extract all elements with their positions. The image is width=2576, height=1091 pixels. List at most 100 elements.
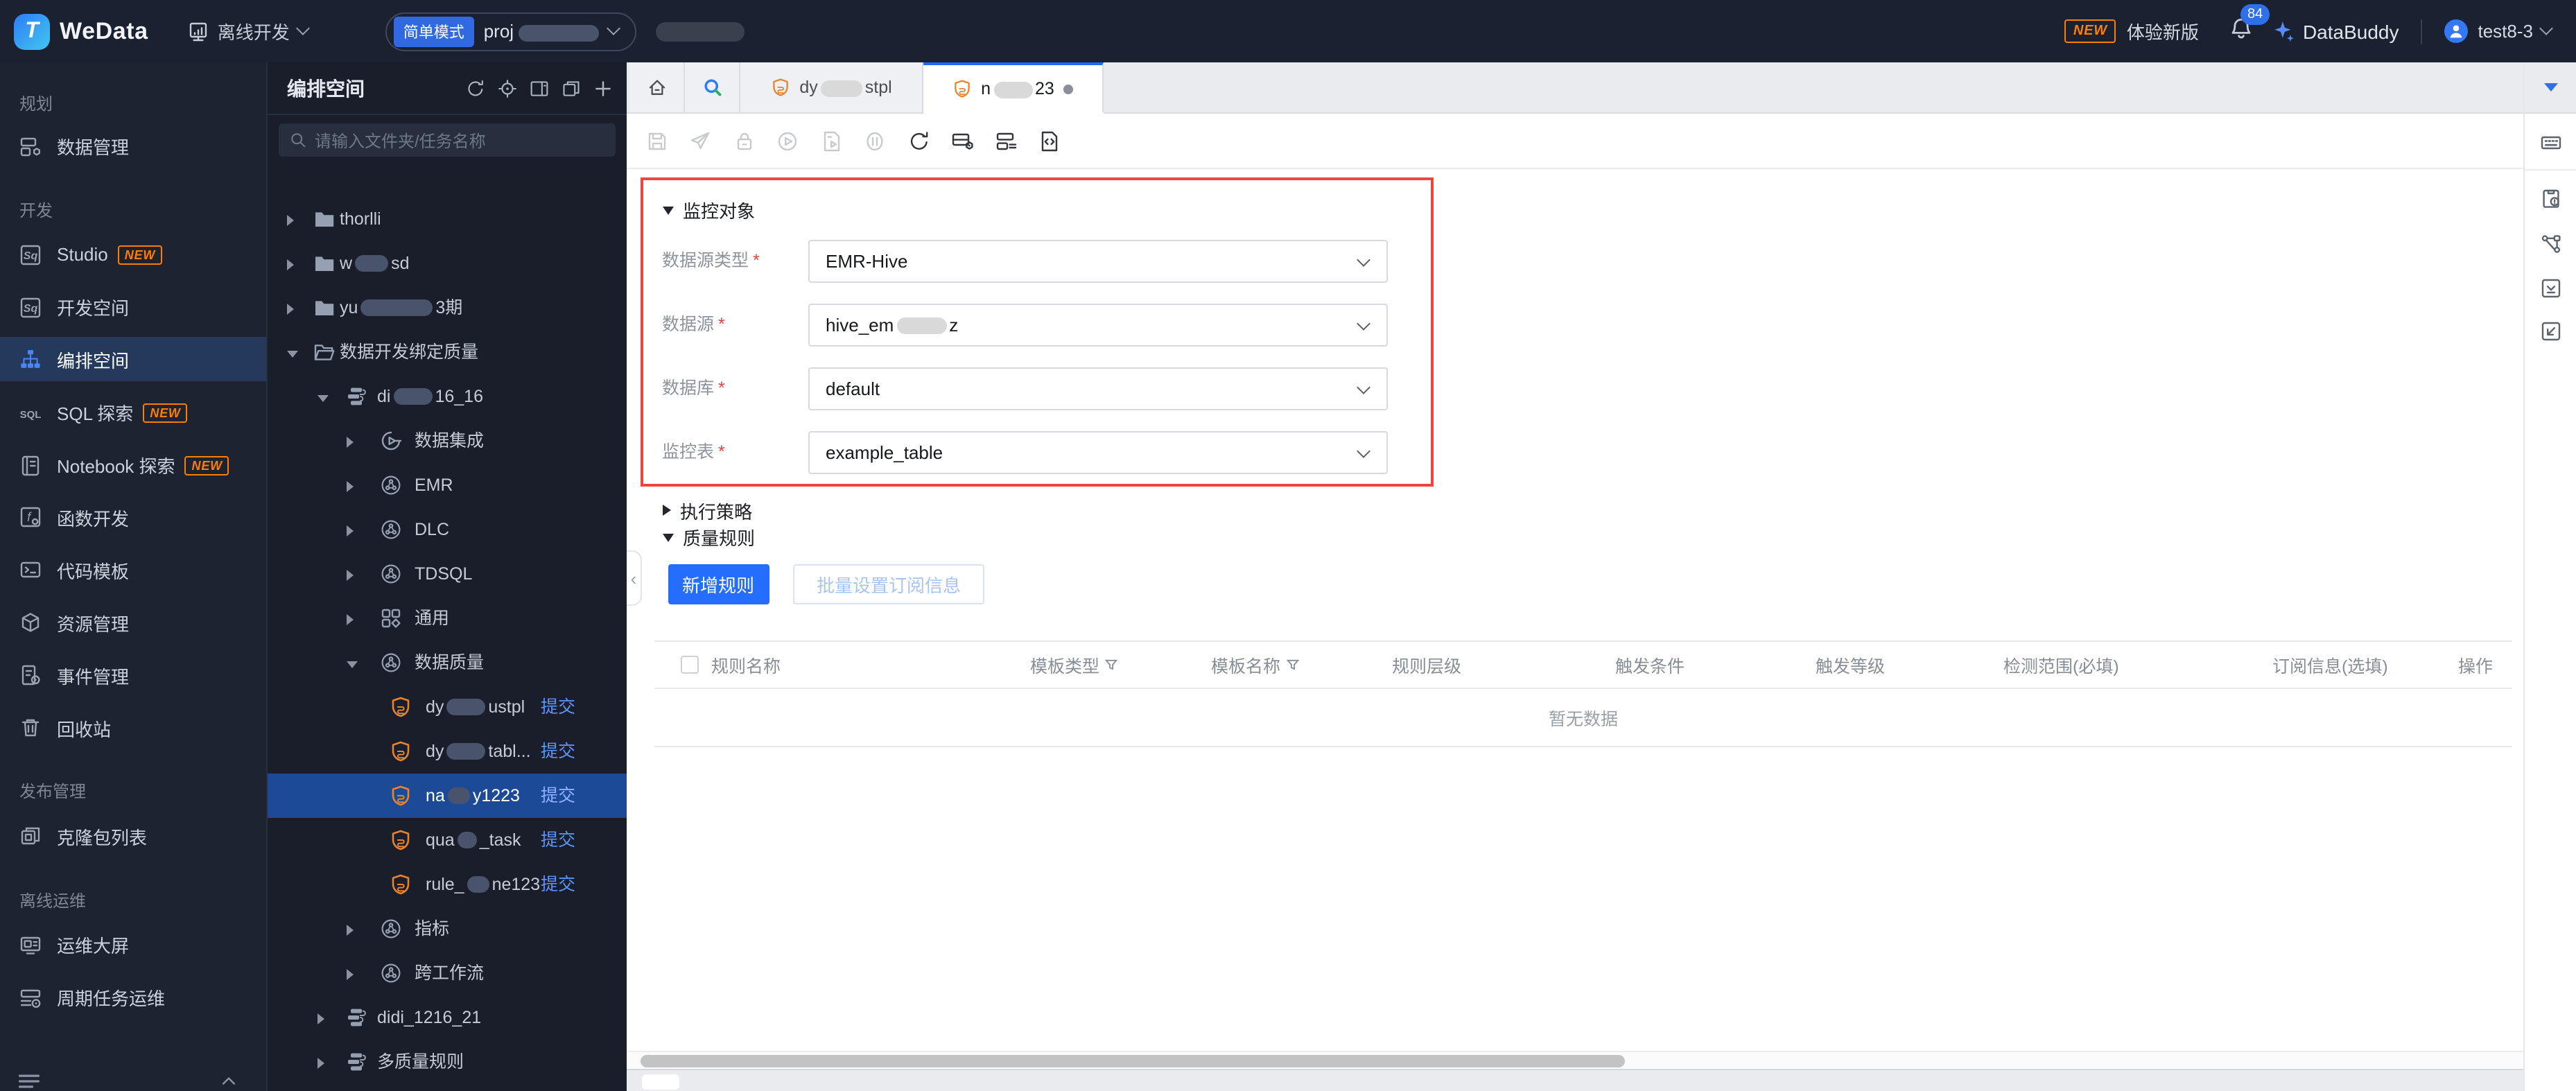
tree-item[interactable]: yu 3期 [268,285,627,329]
tree-item[interactable]: 通用 [268,595,627,640]
caret-right-icon[interactable] [287,303,294,314]
redacted-text [446,743,486,760]
avatar[interactable] [2444,19,2469,43]
project-selector[interactable]: 简单模式 proj [385,12,636,51]
column-header[interactable]: 模板类型 [1030,652,1211,678]
caret-right-icon[interactable] [347,968,354,979]
rule-config-button[interactable] [951,130,973,152]
collapse-sidebar-button[interactable] [17,1069,42,1091]
caret-right-icon[interactable] [317,1057,324,1068]
tree-item[interactable]: 多质量规则 [268,1039,627,1083]
tree-item[interactable]: qua _task 提交 [268,817,627,862]
section-quality-rules[interactable]: 质量规则 [662,524,755,549]
sidebar-item-trash[interactable]: 回收站 [0,706,266,750]
submit-link[interactable]: 提交 [541,684,575,728]
database-select[interactable]: default [808,367,1387,410]
sidebar-item-code-template[interactable]: 代码模板 [0,548,266,592]
tree-item[interactable]: 指标 [268,906,627,950]
sidebar-item-orchestrate[interactable]: 编排空间 [0,337,266,381]
caret-right-icon[interactable] [347,480,354,491]
collapse-tree-handle[interactable]: ‹ [627,550,642,606]
tree-item[interactable]: na y1223 提交 [268,773,627,817]
field-monitor-table: 监控表 * example_table [662,430,1397,473]
sidebar-item-dev-space[interactable]: Sq 开发空间 [0,285,266,329]
sidebar-item-resource[interactable]: 资源管理 [0,600,266,645]
submit-link[interactable]: 提交 [541,773,575,817]
code-button[interactable] [1038,130,1061,152]
section-monitor-object[interactable]: 监控对象 [662,197,755,222]
tree-item[interactable]: DLC [268,507,627,551]
sidebar-item-label: SQL 探索 [57,403,134,424]
caret-right-icon[interactable] [347,569,354,580]
tree-item[interactable]: dy tabl... 提交 [268,728,627,773]
submit-link[interactable]: 提交 [541,728,575,773]
sidebar-item-studio[interactable]: Sq Studio NEW [0,232,266,277]
rail-resize-icon[interactable] [2540,320,2562,342]
tree-item[interactable]: di 16_16 [268,374,627,418]
keyboard-shortcuts-icon[interactable] [2540,132,2562,154]
sidebar-item-notebook[interactable]: Notebook 探索 NEW [0,443,266,487]
monitor-table-select[interactable]: example_table [808,430,1387,473]
tree-item[interactable]: 数据开发绑定质量 [268,329,627,374]
tree-item[interactable]: dy ustpl 提交 [268,684,627,728]
rail-download-icon[interactable] [2540,277,2562,299]
sidebar-item-data-mgmt[interactable]: 数据管理 [0,124,266,168]
tree-item[interactable]: thorlli [268,196,627,241]
submit-link[interactable]: 提交 [541,862,575,906]
rail-flow-icon[interactable] [2540,233,2562,255]
databuddy-button[interactable]: DataBuddy [2303,20,2399,42]
tree-item[interactable]: 数据集成 [268,418,627,462]
caret-right-icon[interactable] [347,525,354,536]
column-header[interactable]: 模板名称 [1211,652,1392,678]
select-all-checkbox[interactable] [681,656,699,674]
submit-link[interactable]: 提交 [541,817,575,862]
datasource-select[interactable]: hive_em z [808,303,1387,346]
rule-list-button[interactable] [995,130,1017,152]
horizontal-scrollbar[interactable] [627,1051,2523,1069]
user-menu[interactable]: test8-3 [2478,21,2534,42]
caret-right-icon[interactable] [347,436,354,447]
rules-table: 规则名称 模板类型 模板名称 规则层级 触发条件 触发等级 检测范围(必填) 订阅信息(选填)… [654,640,2512,747]
scrollbar-thumb[interactable] [641,1055,1625,1067]
sidebar-item-label: 开发空间 [57,298,130,319]
tab-task-active[interactable]: n 23 [923,62,1104,112]
home-icon [647,78,666,97]
tree-item[interactable]: rule_ ne123 提交 [268,862,627,906]
chevron-up-icon[interactable] [219,1072,238,1091]
sidebar-item-event[interactable]: 事件管理 [0,653,266,697]
datasource-type-select[interactable]: EMR-Hive [808,239,1387,282]
tree-item[interactable]: EMR [268,462,627,507]
tab-list-dropdown[interactable] [2543,83,2557,91]
tab-home[interactable] [629,62,685,112]
caret-down-icon[interactable] [287,350,298,357]
section-exec-strategy[interactable]: 执行策略 [662,498,752,523]
sidebar-item-clone[interactable]: 克隆包列表 [0,814,266,858]
caret-down-icon[interactable] [347,661,358,667]
tree-item[interactable]: TDSQL [268,551,627,595]
try-new-version-link[interactable]: 体验新版 [2127,18,2199,44]
sidebar-item-screen[interactable]: 运维大屏 [0,923,266,967]
sidebar-item-sql[interactable]: SQL SQL 探索 NEW [0,390,266,435]
notifications-button[interactable]: 84 [2229,3,2270,46]
column-header: 操作 [2458,657,2494,677]
sidebar-item-fx[interactable]: f 函数开发 [0,495,266,539]
batch-subscribe-button[interactable]: 批量设置订阅信息 [793,564,984,604]
caret-right-icon[interactable] [347,924,354,935]
tab-search[interactable] [685,62,740,112]
sidebar-item-cycle[interactable]: 周期任务运维 [0,975,266,1020]
tree-item[interactable]: 数据质量 [268,640,627,684]
caret-right-icon[interactable] [317,1013,324,1024]
refresh-button[interactable] [907,130,930,152]
caret-down-icon[interactable] [317,394,329,401]
module-switcher[interactable]: 离线开发 [187,18,310,44]
caret-right-icon[interactable] [347,613,354,625]
add-rule-button[interactable]: 新增规则 [668,564,769,604]
caret-right-icon[interactable] [287,259,294,270]
tree-item[interactable]: w sd [268,241,627,285]
tree-item[interactable]: 跨工作流 [268,950,627,995]
tree-item-label: EMR [415,475,453,494]
rail-clipboard-icon[interactable] [2540,187,2562,209]
tree-item[interactable]: didi_1216_21 [268,995,627,1039]
caret-right-icon[interactable] [287,214,294,225]
tab-task[interactable]: dy stpl [740,62,923,112]
